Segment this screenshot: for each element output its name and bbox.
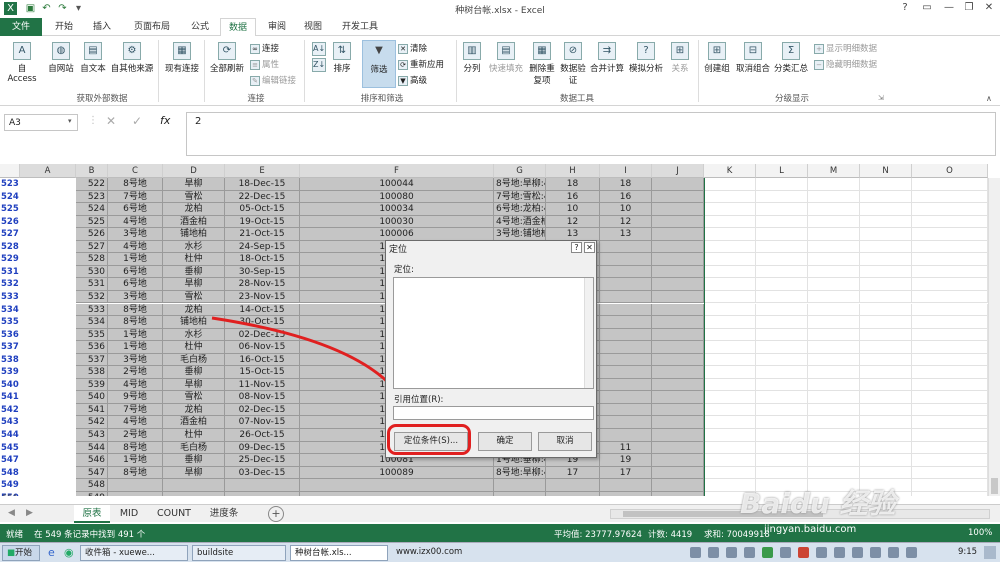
tray-icon[interactable] [798,547,809,558]
baidu-watermark: Baidu 经验 [740,487,896,520]
highlight-circle [387,424,471,455]
baidu-watermark-url: jingyan.baidu.com [764,524,857,535]
ie-icon[interactable]: e [48,546,55,559]
start-button[interactable]: ■开始 [2,545,40,561]
tray-icon[interactable] [870,547,881,558]
zoom-level[interactable]: 100% [968,528,992,538]
sheet-tab-progress[interactable]: 进度条 [202,505,246,523]
tray-icon[interactable] [906,547,917,558]
taskbar-item-folder[interactable]: buildsite [192,545,286,561]
start-label: 开始 [15,548,33,558]
taskbar-item-folder-label: buildsite [197,548,234,558]
taskbar-item-site[interactable]: www.izx00.com [392,545,484,561]
tray-icon[interactable] [852,547,863,558]
tray-icon[interactable] [816,547,827,558]
ok-button[interactable]: 确定 [478,432,532,451]
status-message: 在 549 条记录中找到 491 个 [34,530,146,540]
taskbar: ■开始 e ◉ 收件箱 - xuewe... buildsite 种树台帐.xl… [0,542,1000,562]
dialog-help-button[interactable]: ? [571,242,582,253]
taskbar-item-excel-label: 种树台帐.xls... [295,548,352,558]
status-average: 平均值: 23777.97624 [554,530,642,540]
dialog-title: 定位 [386,241,596,255]
dialog-close-button[interactable]: ✕ [584,242,595,253]
prev-sheet-icon[interactable]: ◀ [8,508,15,518]
sheet-tab-original[interactable]: 原表 [74,505,110,523]
tray-icon[interactable] [744,547,755,558]
taskbar-item-site-label: www.izx00.com [396,547,463,557]
goto-list-scrollbar[interactable] [584,278,593,388]
sheet-tab-mid[interactable]: MID [112,505,146,523]
status-mode: 就绪 [6,530,24,540]
goto-label: 定位: [394,265,414,275]
reference-label: 引用位置(R): [394,395,444,405]
clock: 9:15 [958,547,978,557]
status-count: 计数: 4419 [648,530,693,540]
sheet-tab-count[interactable]: COUNT [150,505,198,523]
tray-icon[interactable] [708,547,719,558]
tray-icon[interactable] [762,547,773,558]
add-sheet-icon[interactable]: + [268,506,284,522]
taskbar-item-mail-label: 收件箱 - xuewe... [85,548,155,558]
taskbar-item-excel[interactable]: 种树台帐.xls... [290,545,388,561]
tray-icon[interactable] [888,547,899,558]
tray-icon[interactable] [726,547,737,558]
cancel-button[interactable]: 取消 [538,432,592,451]
windows-logo-icon: ■ [7,548,16,558]
status-sum: 求和: 70049918 [704,530,770,540]
show-desktop-button[interactable] [984,546,996,559]
taskbar-item-mail[interactable]: 收件箱 - xuewe... [80,545,188,561]
reference-input[interactable] [393,406,594,420]
quicklaunch-icon[interactable]: ◉ [64,546,74,559]
next-sheet-icon[interactable]: ▶ [26,508,33,518]
goto-list[interactable] [393,277,594,389]
tray-icon[interactable] [780,547,791,558]
tray-icon[interactable] [690,547,701,558]
tray-icon[interactable] [834,547,845,558]
